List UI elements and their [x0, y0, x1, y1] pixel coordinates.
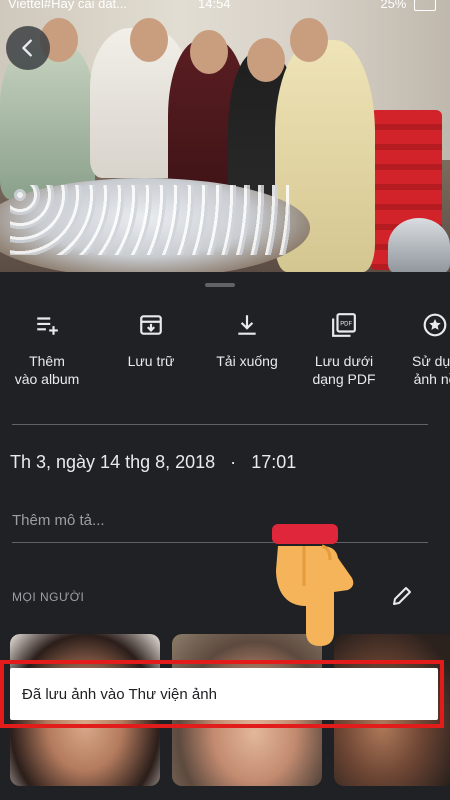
description-underline — [12, 542, 428, 543]
date-time-separator: · — [230, 452, 237, 472]
photo-face — [130, 18, 168, 62]
clock: 14:54 — [198, 0, 231, 11]
battery-icon — [414, 0, 436, 11]
sheet-drag-handle[interactable] — [205, 283, 235, 287]
chevron-left-icon — [22, 39, 32, 57]
toast-message: Đã lưu ảnh vào Thư viện ảnh — [10, 668, 438, 720]
save-as-pdf-label-2: dạng PDF — [312, 371, 376, 387]
battery-status: 25% — [380, 0, 436, 11]
carrier-name: Viettel#Hay cai dat... — [8, 0, 127, 11]
archive-button[interactable]: Lưu trữ — [112, 312, 190, 370]
download-button[interactable]: Tải xuống — [208, 312, 286, 370]
photo-date-time: Th 3, ngày 14 thg 8, 2018 · 17:01 — [10, 452, 296, 473]
photo-time: 17:01 — [251, 452, 297, 472]
people-section-label: MỌI NGƯỜI — [12, 590, 85, 604]
photo-preview[interactable] — [0, 0, 450, 272]
add-to-album-label: Thêm — [29, 353, 65, 369]
add-to-album-button[interactable]: Thêm vào album — [8, 312, 86, 388]
battery-percent: 25% — [380, 0, 407, 11]
add-to-album-label-2: vào album — [14, 371, 80, 387]
save-as-pdf-label: Lưu dưới — [314, 353, 374, 369]
photo-pot — [388, 218, 450, 272]
back-button[interactable] — [6, 26, 50, 70]
edit-pencil-icon[interactable] — [390, 584, 414, 608]
description-input[interactable]: Thêm mô tả... — [12, 512, 105, 529]
section-divider — [12, 424, 428, 425]
playlist-add-icon — [37, 317, 58, 335]
photo-face — [190, 30, 228, 74]
photo-face — [290, 18, 328, 62]
use-as-background-button[interactable]: Sử dụn ảnh nề — [395, 312, 450, 388]
use-as-background-label-2: ảnh nề — [413, 371, 450, 387]
photo-face — [247, 38, 285, 82]
archive-label: Lưu trữ — [127, 353, 175, 369]
download-icon — [238, 315, 256, 335]
toast-text: Đã lưu ảnh vào Thư viện ảnh — [22, 685, 217, 703]
download-label: Tải xuống — [216, 353, 278, 369]
svg-text:PDF: PDF — [340, 322, 352, 328]
archive-icon — [140, 315, 162, 335]
pointing-hand-icon — [272, 524, 354, 646]
pdf-icon: PDF — [332, 313, 356, 337]
photo-cups — [10, 185, 290, 255]
use-as-background-label: Sử dụn — [412, 353, 450, 369]
status-bar: Viettel#Hay cai dat... 14:54 25% — [0, 0, 450, 14]
star-icon — [423, 313, 447, 337]
photo-date: Th 3, ngày 14 thg 8, 2018 — [10, 452, 216, 472]
save-as-pdf-button[interactable]: PDF Lưu dưới dạng PDF — [302, 312, 386, 388]
action-row: Thêm vào album Lưu trữ Tải xuống PDF Lưu… — [0, 312, 450, 402]
